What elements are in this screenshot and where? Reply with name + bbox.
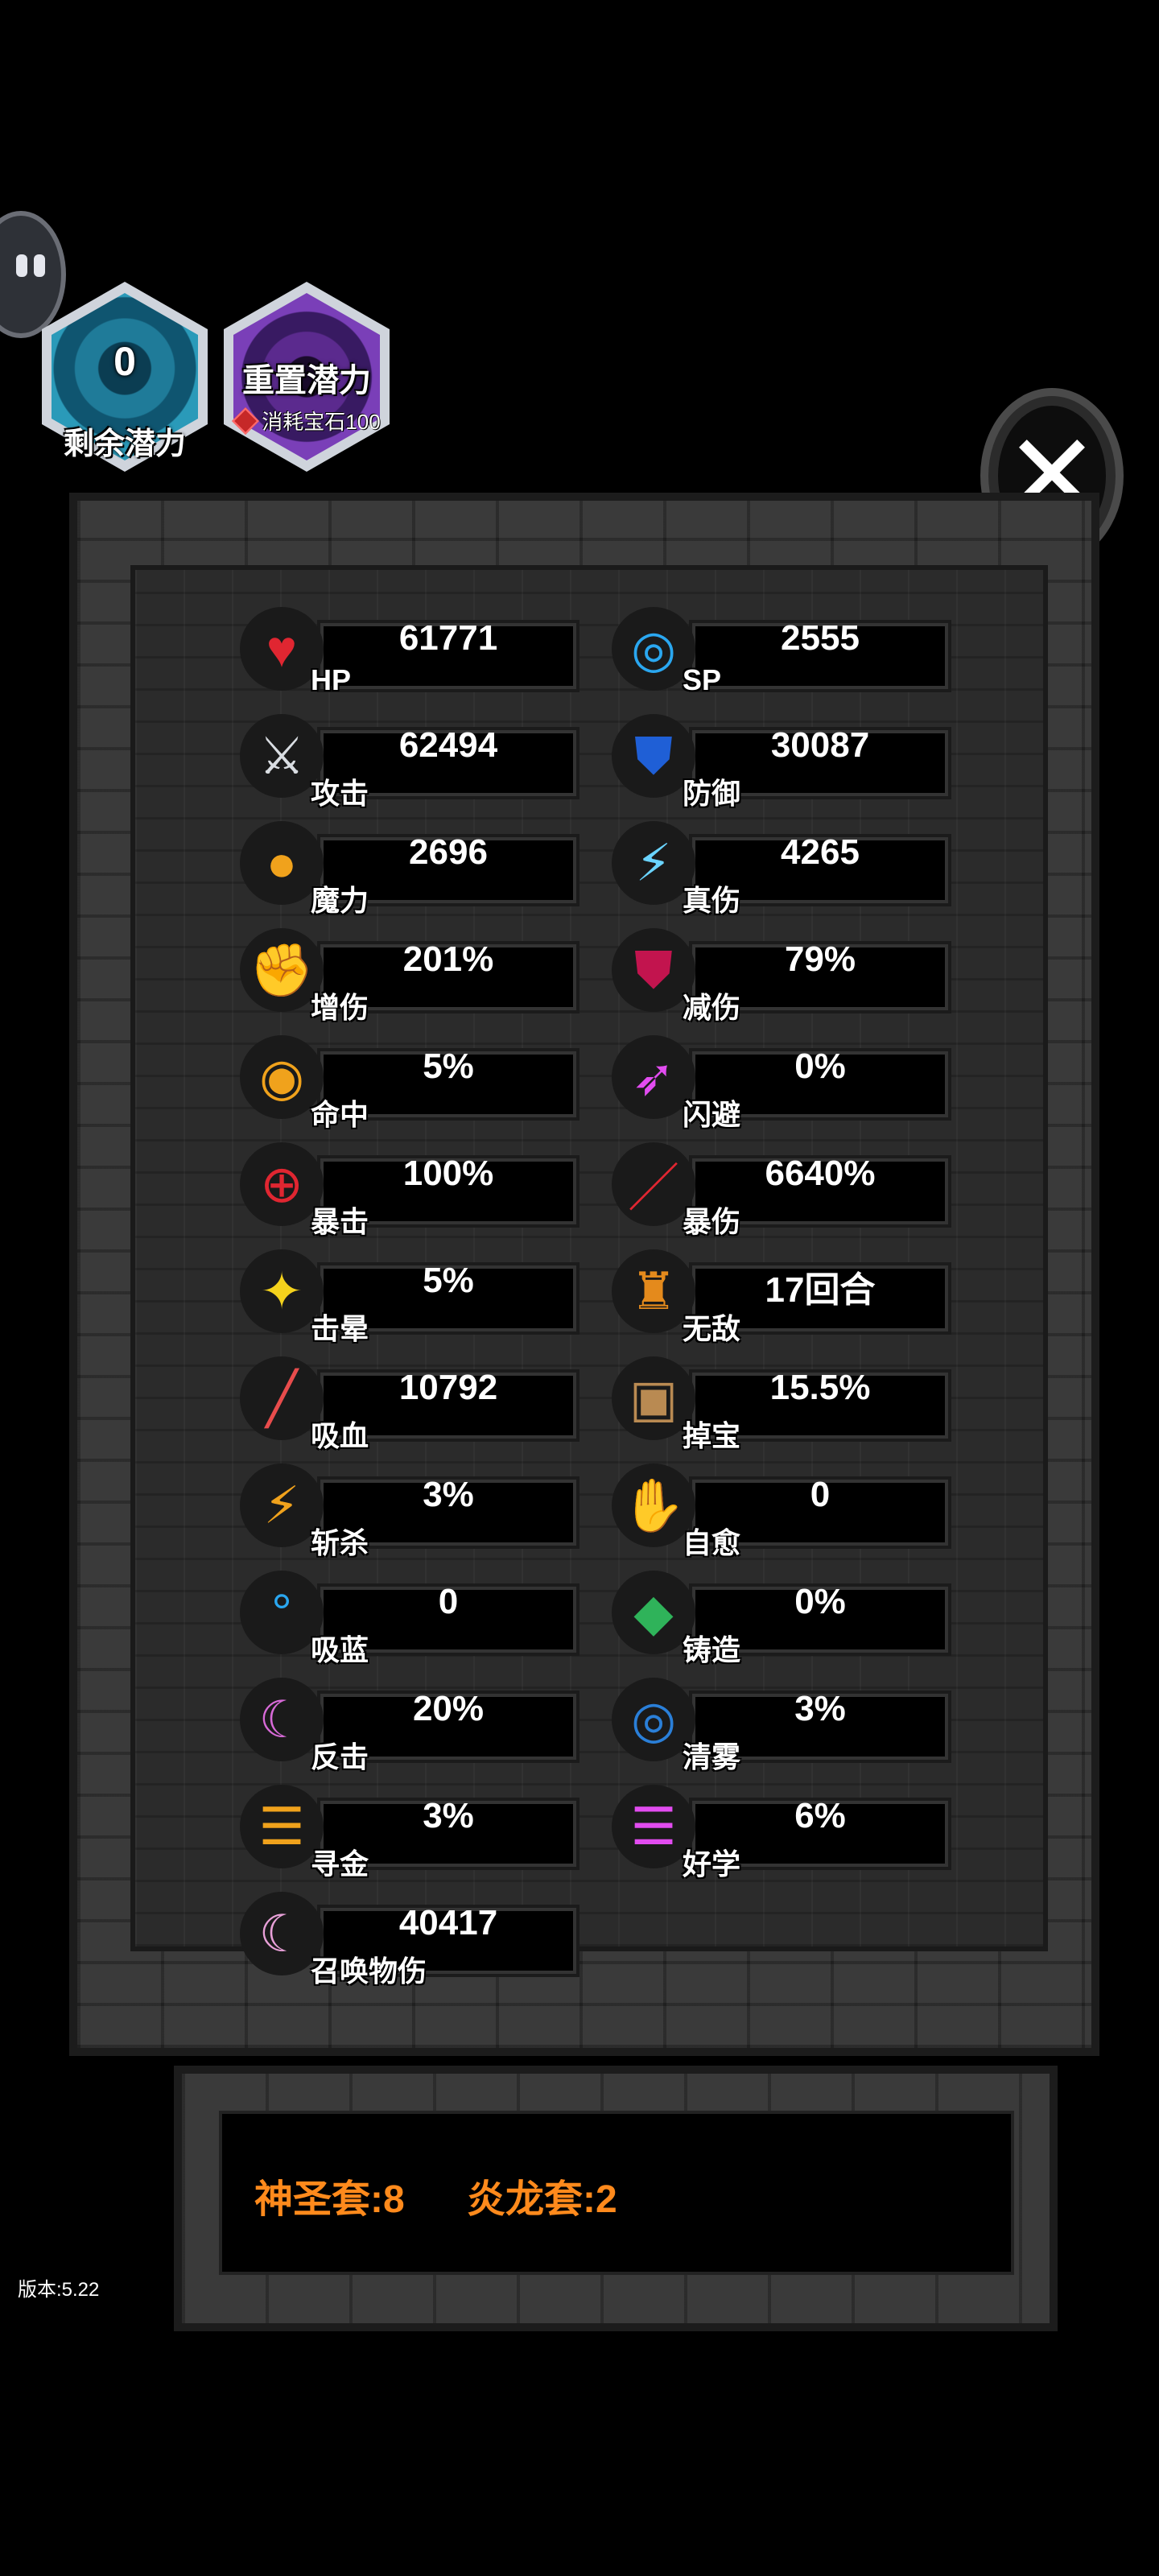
- stat-summon: ☾ 40417 召唤物伤: [240, 1890, 602, 1988]
- reset-potential-button[interactable]: 重置潜力 消耗宝石100: [224, 282, 390, 472]
- stat-label: 真伤: [683, 884, 741, 917]
- stat-value: 6640%: [765, 1154, 876, 1193]
- stats-panel: ♥ 61771 HP ◎ 2555 SP ⚔ 62494 攻击 ⛊ 30087 防御 ● 2696 魔力 ⚡ 4…: [69, 493, 1099, 2056]
- stat-value: 5%: [423, 1261, 474, 1300]
- remaining-potential-label: 剩余潜力: [63, 427, 186, 461]
- stat-value: 3%: [423, 1475, 474, 1514]
- stat-study: ☰ 6% 好学: [612, 1783, 974, 1880]
- stat-lightning: ⚡ 4265 真伤: [612, 819, 974, 917]
- stat-label: 寻金: [311, 1847, 369, 1880]
- stat-value: 201%: [402, 939, 494, 979]
- stats-grid: ♥ 61771 HP ◎ 2555 SP ⚔ 62494 攻击 ⛊ 30087 防御 ● 2696 魔力 ⚡ 4…: [130, 565, 1048, 1988]
- reset-cost: 消耗宝石100: [224, 406, 390, 436]
- stat-shield: ⛊ 30087 防御: [612, 712, 974, 810]
- stat-label: 魔力: [311, 884, 369, 917]
- remaining-potential-badge: 0 剩余潜力: [42, 282, 208, 472]
- stat-crimson-shield: ⛊ 79% 减伤: [612, 927, 974, 1024]
- stat-value: 6%: [794, 1796, 846, 1835]
- stat-value: 3%: [794, 1689, 846, 1728]
- stat-label: SP: [683, 663, 722, 696]
- stat-label: 好学: [683, 1847, 741, 1880]
- stat-label: 攻击: [311, 777, 369, 810]
- stat-value: 0%: [794, 1046, 846, 1086]
- stat-dodge: ➶ 0% 闪避: [612, 1034, 974, 1131]
- gem-icon: [232, 407, 260, 435]
- stat-label: 命中: [311, 1098, 369, 1131]
- stat-label: 铸造: [683, 1633, 741, 1666]
- stat-label: 增伤: [311, 991, 369, 1024]
- stat-value: 0: [438, 1582, 459, 1621]
- stat-value: 62494: [398, 725, 498, 765]
- stat-forge-crystal: ◆ 0% 铸造: [612, 1569, 974, 1666]
- stat-blood-vial: ╱ 10792 吸血: [240, 1355, 602, 1452]
- stat-label: 无敌: [683, 1312, 741, 1345]
- stat-swirl: ◎ 2555 SP: [612, 605, 974, 696]
- version-label: 版本:5.22: [18, 2279, 100, 2301]
- stat-magic-orb: ● 2696 魔力: [240, 819, 602, 917]
- stat-value: 40417: [398, 1903, 498, 1942]
- stat-stars: ✦ 5% 击晕: [240, 1248, 602, 1345]
- stat-fist: ✊ 201% 增伤: [240, 927, 602, 1024]
- set-bonus-item: 炎龙套:2: [467, 2178, 617, 2221]
- face-eye-icon: [16, 254, 27, 277]
- stat-treasure-chest: ▣ 15.5% 掉宝: [612, 1355, 974, 1452]
- stat-label: 清雾: [683, 1740, 741, 1773]
- stat-label: 吸蓝: [311, 1633, 369, 1666]
- stat-crosshair: ⊕ 100% 暴击: [240, 1141, 602, 1238]
- stat-value: 61771: [398, 618, 498, 658]
- stat-value: 0%: [794, 1582, 846, 1621]
- stat-value: 3%: [423, 1796, 474, 1835]
- stat-heart: ♥ 61771 HP: [240, 605, 602, 696]
- stat-value: 2555: [781, 618, 860, 658]
- stat-blade: ／ 6640% 暴伤: [612, 1141, 974, 1238]
- reset-cost-label: 消耗宝石100: [262, 410, 381, 434]
- stat-value: 20%: [412, 1689, 485, 1728]
- stat-label: 反击: [311, 1740, 369, 1773]
- stat-label: 自愈: [683, 1526, 741, 1559]
- stat-label: 暴伤: [683, 1205, 741, 1238]
- face-eye-icon: [34, 254, 45, 277]
- stat-label: 防御: [683, 777, 741, 810]
- stat-label: 暴击: [311, 1205, 369, 1238]
- stat-crossed-swords: ⚔ 62494 攻击: [240, 712, 602, 810]
- stat-value: 2696: [409, 832, 488, 872]
- stat-invincible: ♜ 17回合 无敌: [612, 1248, 974, 1345]
- stat-label: 掉宝: [683, 1419, 741, 1452]
- stat-value: 0: [810, 1475, 831, 1514]
- set-bonus-list: 神圣套:8 炎龙套:2: [254, 2167, 669, 2223]
- stat-value: 10792: [398, 1368, 498, 1407]
- stat-crescent: ☾ 20% 反击: [240, 1676, 602, 1773]
- stat-label: 击晕: [311, 1312, 369, 1345]
- stat-label: 斩杀: [311, 1526, 369, 1559]
- reset-potential-label: 重置潜力: [242, 363, 371, 398]
- stat-value: 15.5%: [769, 1368, 871, 1407]
- stat-bubbles: ° 0 吸蓝: [240, 1569, 602, 1666]
- stat-label: 闪避: [683, 1098, 741, 1131]
- set-bonus-panel: 神圣套:8 炎龙套:2: [174, 2066, 1058, 2331]
- stat-mist: ◎ 3% 清雾: [612, 1676, 974, 1773]
- stat-label: HP: [311, 663, 352, 696]
- remaining-potential-value: 0: [113, 339, 136, 384]
- stat-healing-hand: ✋ 0 自愈: [612, 1462, 974, 1559]
- stat-value: 30087: [770, 725, 870, 765]
- stat-label: 减伤: [683, 991, 741, 1024]
- stat-label: 召唤物伤: [311, 1955, 427, 1988]
- stat-label: 吸血: [311, 1419, 369, 1452]
- stat-eye: ◉ 5% 命中: [240, 1034, 602, 1131]
- stat-value: 5%: [423, 1046, 474, 1086]
- set-bonus-item: 神圣套:8: [254, 2178, 405, 2221]
- stat-gold-coin: ☰ 3% 寻金: [240, 1783, 602, 1880]
- stat-value: 4265: [781, 832, 860, 872]
- stat-value: 79%: [784, 939, 856, 979]
- stat-value: 17回合: [765, 1270, 876, 1310]
- stat-value: 100%: [402, 1154, 494, 1193]
- stat-slash: ⚡ 3% 斩杀: [240, 1462, 602, 1559]
